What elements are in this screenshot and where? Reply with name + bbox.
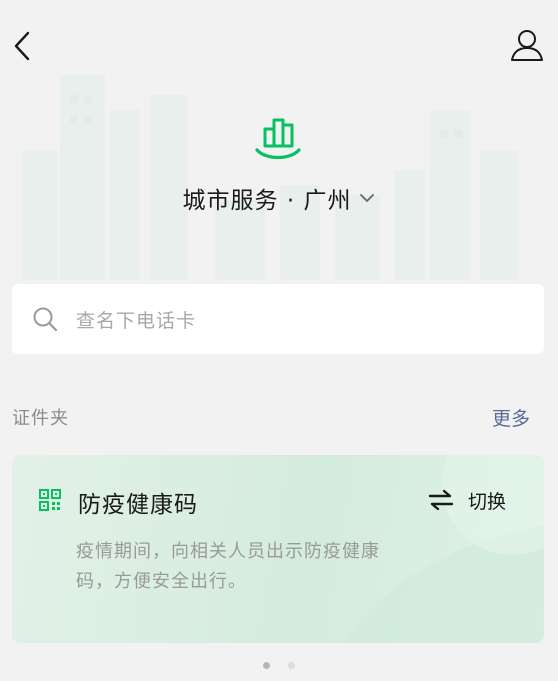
search-placeholder: 查名下电话卡 [76, 309, 197, 332]
qr-code-icon [39, 489, 61, 511]
page-dot [288, 661, 295, 669]
more-link[interactable]: 更多 [492, 404, 530, 431]
search-icon [33, 307, 58, 332]
card-description: 疫情期间，向相关人员出示防疫健康 码，方便安全出行。 [76, 537, 424, 597]
card-description-line-2: 码，方便安全出行。 [76, 571, 247, 592]
section-title-wallet: 证件夹 [12, 408, 69, 429]
page-dot [263, 661, 270, 669]
city-buildings-icon [255, 118, 301, 160]
health-code-card[interactable]: 防疫健康码 切换 疫情期间，向相关人员出示防疫健康 码，方便安全出行。 [12, 455, 544, 643]
user-icon [511, 30, 543, 61]
swap-arrows-icon [428, 489, 454, 511]
city-selector[interactable]: 城市服务 · 广州 [0, 180, 558, 216]
card-title: 防疫健康码 [78, 492, 198, 518]
navigation-bar [0, 0, 558, 90]
chevron-down-icon [360, 194, 375, 202]
search-input[interactable]: 查名下电话卡 [12, 284, 544, 354]
back-button[interactable] [8, 28, 40, 64]
page-indicator [0, 658, 558, 672]
city-title: 城市服务 · 广州 [182, 188, 352, 214]
switch-label: 切换 [468, 490, 507, 513]
profile-button[interactable] [508, 26, 546, 66]
card-description-line-1: 疫情期间，向相关人员出示防疫健康 [76, 541, 380, 562]
switch-button[interactable]: 切换 [428, 485, 506, 515]
chevron-left-icon [14, 31, 30, 61]
